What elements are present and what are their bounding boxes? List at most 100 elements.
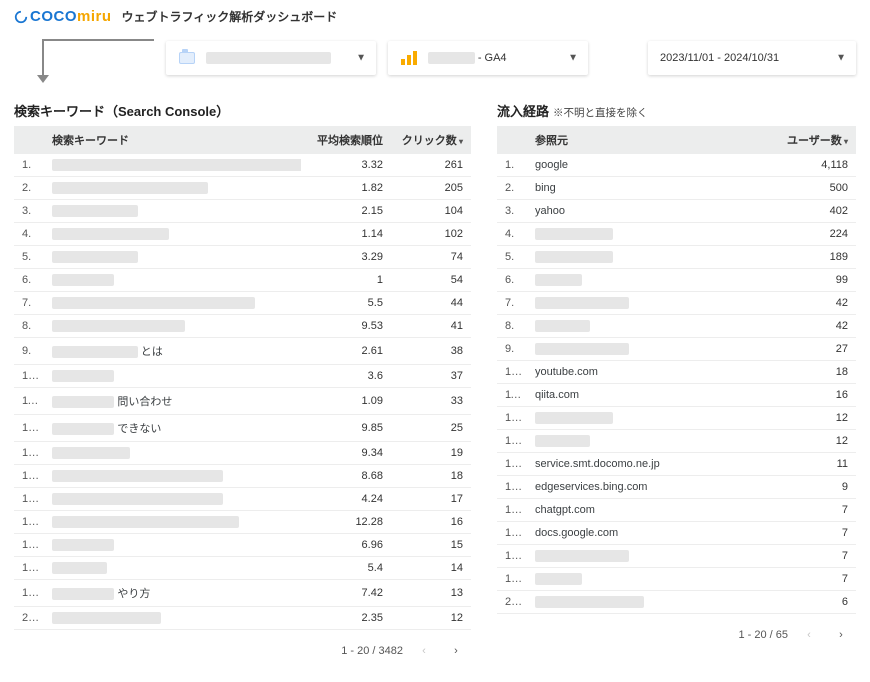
row-index: 15. bbox=[497, 476, 527, 499]
row-keyword: ████████ bbox=[44, 365, 301, 388]
row-users: 27 bbox=[766, 338, 856, 361]
table-row[interactable]: 9.████████████27 bbox=[497, 338, 856, 361]
table-row[interactable]: 4.██████████224 bbox=[497, 223, 856, 246]
property-selector[interactable]: ████████████████ ▼ bbox=[166, 41, 376, 75]
row-index: 9. bbox=[14, 338, 44, 365]
row-index: 11. bbox=[497, 384, 527, 407]
row-avg-position: 1.82 bbox=[301, 177, 391, 200]
col-keyword[interactable]: 検索キーワード bbox=[44, 126, 301, 154]
row-index: 19. bbox=[14, 580, 44, 607]
chevron-down-icon: ▼ bbox=[568, 53, 578, 64]
row-index: 9. bbox=[497, 338, 527, 361]
row-avg-position: 3.6 bbox=[301, 365, 391, 388]
pager-next-button[interactable]: › bbox=[445, 640, 467, 662]
table-row[interactable]: 10.████████3.637 bbox=[14, 365, 471, 388]
row-clicks: 54 bbox=[391, 269, 471, 292]
row-keyword: ██████████████████████████ bbox=[44, 292, 301, 315]
table-row[interactable]: 2.bing500 bbox=[497, 177, 856, 200]
pager-prev-button[interactable]: ‹ bbox=[413, 640, 435, 662]
row-index: 8. bbox=[14, 315, 44, 338]
row-index: 4. bbox=[14, 223, 44, 246]
table-row[interactable]: 18.████████████7 bbox=[497, 545, 856, 568]
table-header-row: 参照元 ユーザー数 bbox=[497, 126, 856, 154]
date-range-selector[interactable]: 2023/11/01 - 2024/10/31 ▼ bbox=[648, 41, 856, 75]
ga4-property-selector[interactable]: ██████ - GA4 ▼ bbox=[388, 41, 588, 75]
row-index: 10. bbox=[497, 361, 527, 384]
pager-prev-button[interactable]: ‹ bbox=[798, 624, 820, 646]
table-row[interactable]: 1.google4,118 bbox=[497, 154, 856, 177]
row-index: 1. bbox=[14, 154, 44, 177]
row-source: ██████████ bbox=[527, 407, 766, 430]
table-row[interactable]: 3.yahoo402 bbox=[497, 200, 856, 223]
row-keyword: ████████ 問い合わせ bbox=[44, 388, 301, 415]
table-row[interactable]: 20.██████████████2.3512 bbox=[14, 607, 471, 630]
table-row[interactable]: 6.████████154 bbox=[14, 269, 471, 292]
table-row[interactable]: 5.███████████3.2974 bbox=[14, 246, 471, 269]
row-keyword: ████████████████████████ bbox=[44, 511, 301, 534]
row-source: ██████████████ bbox=[527, 591, 766, 614]
table-row[interactable]: 4.███████████████1.14102 bbox=[14, 223, 471, 246]
pager-next-button[interactable]: › bbox=[830, 624, 852, 646]
row-users: 99 bbox=[766, 269, 856, 292]
table-row[interactable]: 7.██████████████████████████5.544 bbox=[14, 292, 471, 315]
row-users: 6 bbox=[766, 591, 856, 614]
row-keyword: ███████████ とは bbox=[44, 338, 301, 365]
row-clicks: 12 bbox=[391, 607, 471, 630]
row-index: 3. bbox=[14, 200, 44, 223]
table-row[interactable]: 6.██████99 bbox=[497, 269, 856, 292]
table-row[interactable]: 18.███████5.414 bbox=[14, 557, 471, 580]
row-source: bing bbox=[527, 177, 766, 200]
row-source: ███████ bbox=[527, 315, 766, 338]
row-keyword: ██████████████████████ bbox=[44, 488, 301, 511]
table-row[interactable]: 10.youtube.com18 bbox=[497, 361, 856, 384]
table-row[interactable]: 7.████████████42 bbox=[497, 292, 856, 315]
app-header: COCOmiru ウェブトラフィック解析ダッシュボード bbox=[0, 0, 870, 33]
table-row[interactable]: 17.████████6.9615 bbox=[14, 534, 471, 557]
table-row[interactable]: 8.█████████████████9.5341 bbox=[14, 315, 471, 338]
table-row[interactable]: 1.████████████████████████████████████3.… bbox=[14, 154, 471, 177]
row-index: 6. bbox=[497, 269, 527, 292]
table-row[interactable]: 15.██████████████████████4.2417 bbox=[14, 488, 471, 511]
row-clicks: 205 bbox=[391, 177, 471, 200]
table-row[interactable]: 2.████████████████████1.82205 bbox=[14, 177, 471, 200]
table-row[interactable]: 15.edgeservices.bing.com9 bbox=[497, 476, 856, 499]
row-users: 18 bbox=[766, 361, 856, 384]
table-row[interactable]: 20.██████████████6 bbox=[497, 591, 856, 614]
table-row[interactable]: 5.██████████189 bbox=[497, 246, 856, 269]
col-users[interactable]: ユーザー数 bbox=[766, 126, 856, 154]
row-clicks: 15 bbox=[391, 534, 471, 557]
row-index: 2. bbox=[497, 177, 527, 200]
table-row[interactable]: 11.████████ 問い合わせ1.0933 bbox=[14, 388, 471, 415]
chevron-down-icon: ▼ bbox=[836, 53, 846, 64]
table-row[interactable]: 11.qiita.com16 bbox=[497, 384, 856, 407]
row-source: qiita.com bbox=[527, 384, 766, 407]
table-row[interactable]: 9.███████████ とは2.6138 bbox=[14, 338, 471, 365]
row-users: 500 bbox=[766, 177, 856, 200]
row-clicks: 74 bbox=[391, 246, 471, 269]
table-row[interactable]: 16.chatgpt.com7 bbox=[497, 499, 856, 522]
table-row[interactable]: 13.███████12 bbox=[497, 430, 856, 453]
col-source[interactable]: 参照元 bbox=[527, 126, 766, 154]
row-clicks: 104 bbox=[391, 200, 471, 223]
row-keyword: ████████████████████████████████████ bbox=[44, 154, 301, 177]
row-index: 12. bbox=[14, 415, 44, 442]
table-row[interactable]: 19.████████ やり方7.4213 bbox=[14, 580, 471, 607]
table-row[interactable]: 14.██████████████████████8.6818 bbox=[14, 465, 471, 488]
col-avg-position[interactable]: 平均検索順位 bbox=[301, 126, 391, 154]
page-title: ウェブトラフィック解析ダッシュボード bbox=[122, 8, 338, 25]
row-users: 12 bbox=[766, 430, 856, 453]
row-keyword: ████████ bbox=[44, 269, 301, 292]
row-users: 224 bbox=[766, 223, 856, 246]
row-avg-position: 9.85 bbox=[301, 415, 391, 442]
table-row[interactable]: 3.███████████2.15104 bbox=[14, 200, 471, 223]
table-row[interactable]: 17.docs.google.com7 bbox=[497, 522, 856, 545]
col-clicks[interactable]: クリック数 bbox=[391, 126, 471, 154]
table-row[interactable]: 12.██████████12 bbox=[497, 407, 856, 430]
table-row[interactable]: 13.██████████9.3419 bbox=[14, 442, 471, 465]
table-row[interactable]: 12.████████ できない9.8525 bbox=[14, 415, 471, 442]
table-row[interactable]: 14.service.smt.docomo.ne.jp11 bbox=[497, 453, 856, 476]
table-row[interactable]: 16.████████████████████████12.2816 bbox=[14, 511, 471, 534]
table-row[interactable]: 8.███████42 bbox=[497, 315, 856, 338]
sources-table: 参照元 ユーザー数 1.google4,1182.bing5003.yahoo4… bbox=[497, 126, 856, 614]
table-row[interactable]: 19.██████7 bbox=[497, 568, 856, 591]
